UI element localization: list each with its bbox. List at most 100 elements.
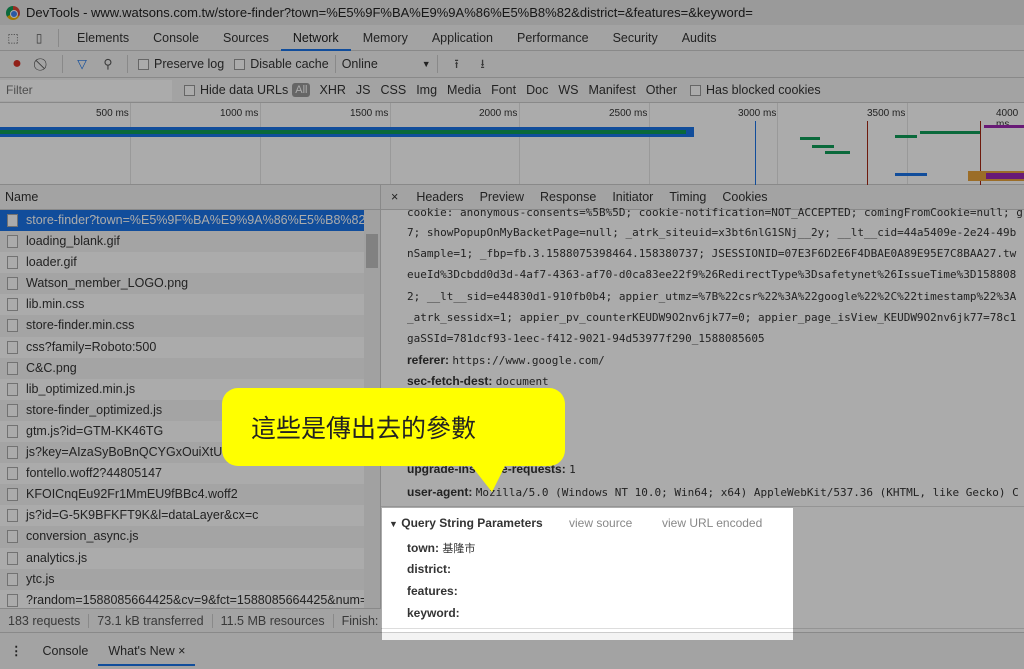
file-icon bbox=[7, 572, 18, 586]
tab-application[interactable]: Application bbox=[420, 25, 505, 51]
file-icon bbox=[7, 361, 18, 375]
filter-input[interactable] bbox=[0, 79, 172, 101]
disable-cache-checkbox[interactable] bbox=[234, 58, 246, 70]
query-param-row: features: bbox=[407, 584, 458, 598]
tab-sources[interactable]: Sources bbox=[211, 25, 281, 51]
view-source-link[interactable]: view source bbox=[569, 516, 632, 530]
tab-memory[interactable]: Memory bbox=[351, 25, 420, 51]
tab-performance[interactable]: Performance bbox=[505, 25, 601, 51]
export-har-icon[interactable]: ⭳ bbox=[475, 56, 491, 72]
request-row[interactable]: loader.gif bbox=[0, 252, 364, 273]
request-count: 183 requests bbox=[0, 613, 90, 628]
cookie-line: _atrk_sessidx=1; appier_pv_counterKEUDW9… bbox=[407, 311, 1017, 324]
file-icon bbox=[7, 340, 18, 354]
filter-font[interactable]: Font bbox=[486, 83, 521, 97]
file-icon bbox=[7, 509, 18, 523]
filter-manifest[interactable]: Manifest bbox=[583, 83, 640, 97]
timeline-bar bbox=[0, 130, 686, 134]
request-name: conversion_async.js bbox=[26, 529, 139, 544]
filter-img[interactable]: Img bbox=[411, 83, 442, 97]
request-row[interactable]: KFOICnqEu92Fr1MmEU9fBBc4.woff2 bbox=[0, 484, 364, 506]
file-icon bbox=[7, 214, 18, 227]
network-overview-timeline[interactable]: 500 ms 1000 ms 1500 ms 2000 ms 2500 ms 3… bbox=[0, 103, 1024, 185]
chrome-icon bbox=[6, 5, 20, 20]
request-row[interactable]: css?family=Roboto:500 bbox=[0, 337, 364, 358]
cookie-line: 7; showPopupOnMyBacketPage=null; _atrk_s… bbox=[407, 226, 1017, 239]
import-har-icon[interactable]: ⭱ bbox=[449, 56, 465, 72]
divider bbox=[436, 55, 438, 73]
transferred-size: 73.1 kB transferred bbox=[89, 613, 213, 628]
grid-line bbox=[260, 103, 261, 184]
query-string-section-toggle[interactable]: ▼ Query String Parameters bbox=[389, 516, 543, 530]
device-toolbar-icon[interactable]: ▯ bbox=[31, 30, 47, 46]
filter-icon[interactable]: ▽ bbox=[74, 56, 90, 72]
request-row[interactable]: store-finder.min.css bbox=[0, 315, 364, 337]
request-name: store-finder_optimized.js bbox=[26, 402, 163, 417]
close-icon[interactable]: × bbox=[178, 644, 185, 658]
filter-bar: Hide data URLs All XHR JS CSS Img Media … bbox=[0, 78, 1024, 103]
tick-label: 2500 ms bbox=[609, 108, 648, 119]
request-row[interactable]: store-finder?town=%E5%9F%BA%E9%9A%86%E5%… bbox=[0, 210, 364, 232]
blocked-cookies-label: Has blocked cookies bbox=[705, 83, 821, 97]
query-param-row: town: 基隆市 bbox=[407, 540, 475, 556]
grid-line bbox=[777, 103, 778, 184]
tab-elements[interactable]: Elements bbox=[65, 25, 141, 51]
window-title-bar: DevTools - www.watsons.com.tw/store-find… bbox=[0, 0, 1024, 25]
drawer-tab-whats-new[interactable]: What's New × bbox=[98, 636, 196, 666]
filter-ws[interactable]: WS bbox=[553, 83, 583, 97]
filter-doc[interactable]: Doc bbox=[521, 83, 553, 97]
filter-other[interactable]: Other bbox=[641, 83, 682, 97]
search-icon[interactable]: ⚲ bbox=[100, 56, 116, 72]
scrollbar-thumb[interactable] bbox=[366, 234, 378, 268]
network-status-bar: 183 requests 73.1 kB transferred 11.5 MB… bbox=[0, 608, 381, 632]
blocked-cookies-checkbox[interactable] bbox=[689, 84, 701, 96]
close-detail-button[interactable]: × bbox=[381, 190, 408, 204]
request-row[interactable]: ytc.js bbox=[0, 568, 364, 590]
request-name: ytc.js bbox=[26, 571, 55, 586]
header-key: referer bbox=[407, 353, 446, 367]
filter-js[interactable]: JS bbox=[351, 83, 376, 97]
inspect-element-icon[interactable]: ⬚ bbox=[5, 30, 21, 46]
tab-audits[interactable]: Audits bbox=[670, 25, 729, 51]
request-name: loading_blank.gif bbox=[26, 234, 120, 249]
file-icon bbox=[7, 446, 18, 460]
grid-line bbox=[130, 103, 131, 184]
request-name: gtm.js?id=GTM-KK46TG bbox=[26, 423, 164, 438]
preserve-log-checkbox[interactable] bbox=[138, 58, 149, 70]
tick-label: 1500 ms bbox=[350, 108, 389, 119]
filter-xhr[interactable]: XHR bbox=[314, 83, 350, 97]
request-row[interactable]: lib.min.css bbox=[0, 294, 364, 315]
request-row[interactable]: fontello.woff2?44805147 bbox=[0, 463, 364, 484]
tab-security[interactable]: Security bbox=[601, 25, 670, 51]
record-icon[interactable]: ● bbox=[9, 56, 25, 72]
filter-all-button[interactable]: All bbox=[292, 83, 311, 97]
hide-data-urls-checkbox[interactable] bbox=[184, 84, 195, 96]
filter-media[interactable]: Media bbox=[442, 83, 486, 97]
filter-css[interactable]: CSS bbox=[375, 83, 411, 97]
request-row[interactable]: Watson_member_LOGO.png bbox=[0, 273, 364, 295]
tab-console[interactable]: Console bbox=[141, 25, 211, 51]
view-url-encoded-link[interactable]: view URL encoded bbox=[662, 516, 762, 530]
more-menu-icon[interactable]: ⋮ bbox=[0, 636, 33, 666]
triangle-down-icon: ▼ bbox=[389, 519, 398, 529]
request-name: loader.gif bbox=[26, 255, 77, 270]
param-value: 基隆市 bbox=[442, 542, 476, 555]
request-row[interactable]: conversion_async.js bbox=[0, 526, 364, 548]
drawer-tab-console[interactable]: Console bbox=[33, 636, 99, 666]
timeline-bar bbox=[800, 137, 820, 140]
timeline-bar bbox=[984, 125, 1024, 128]
clear-icon[interactable]: ⃠ bbox=[35, 56, 51, 72]
file-icon bbox=[7, 277, 18, 291]
request-name: C&C.png bbox=[26, 360, 77, 375]
chevron-down-icon[interactable]: ▼ bbox=[422, 59, 431, 69]
tab-network[interactable]: Network bbox=[280, 25, 351, 51]
request-row[interactable]: js?id=G-5K9BFKFT9K&l=dataLayer&cx=c bbox=[0, 505, 364, 526]
name-column-header[interactable]: Name bbox=[0, 185, 380, 210]
throttling-select[interactable]: Online bbox=[342, 57, 422, 71]
request-row[interactable]: loading_blank.gif bbox=[0, 231, 364, 253]
request-row[interactable]: analytics.js bbox=[0, 548, 364, 569]
request-row[interactable]: C&C.png bbox=[0, 357, 364, 379]
tick-label: 3000 ms bbox=[738, 108, 777, 119]
file-icon bbox=[7, 467, 18, 481]
whats-new-label: What's New bbox=[108, 644, 175, 658]
